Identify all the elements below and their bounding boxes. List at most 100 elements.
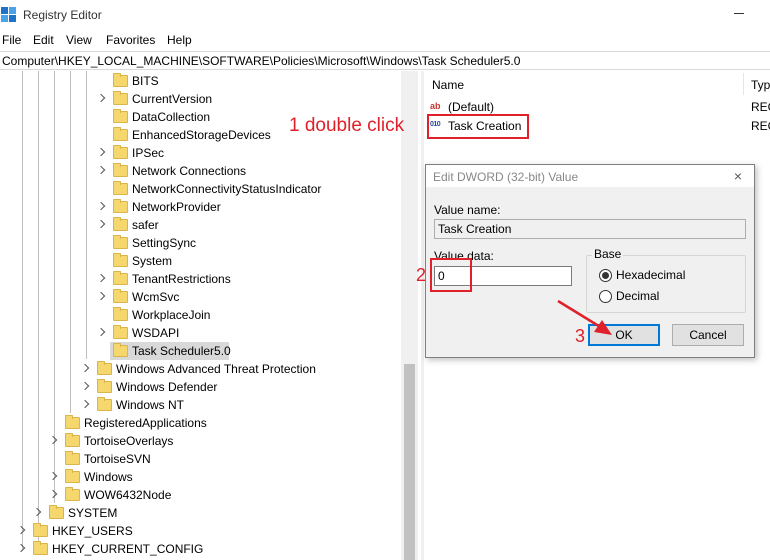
folder-icon [65,433,80,447]
decimal-label[interactable]: Decimal [616,289,659,303]
close-icon[interactable]: × [730,168,746,184]
folder-icon [113,325,128,339]
folder-icon [113,181,128,195]
chevron-right-icon[interactable] [96,165,106,175]
column-separator[interactable] [743,73,744,95]
folder-icon [65,469,80,483]
chevron-right-icon[interactable] [96,219,106,229]
window-title: Registry Editor [23,8,102,22]
folder-icon [113,307,128,321]
title-bar: Registry Editor [0,0,770,30]
chevron-right-icon[interactable] [80,363,90,373]
base-group-label: Base [592,247,624,261]
value-name-label: Value name: [434,203,501,217]
tree-item[interactable]: WorkplaceJoin [0,306,400,324]
hexadecimal-radio[interactable] [599,269,612,282]
minimize-button[interactable] [734,13,744,14]
folder-icon [113,235,128,249]
chevron-right-icon[interactable] [96,147,106,157]
tree-item[interactable]: System [0,252,400,270]
registry-tree[interactable]: BITS CurrentVersion DataCollection Enhan… [0,71,418,560]
chevron-right-icon[interactable] [96,327,106,337]
chevron-right-icon[interactable] [96,273,106,283]
column-header-type[interactable]: Typ [751,78,770,92]
address-bar[interactable]: Computer\HKEY_LOCAL_MACHINE\SOFTWARE\Pol… [0,51,770,70]
folder-icon [33,541,48,555]
folder-icon [65,451,80,465]
folder-icon [113,289,128,303]
tree-item[interactable]: TortoiseSVN [0,450,400,468]
folder-icon [113,145,128,159]
folder-icon [97,397,112,411]
folder-icon [65,487,80,501]
folder-icon [113,109,128,123]
tree-item[interactable]: IPSec [0,144,400,162]
tree-item[interactable]: WSDAPI [0,324,400,342]
tree-item[interactable]: Windows Defender [0,378,400,396]
chevron-right-icon[interactable] [80,399,90,409]
folder-icon [113,253,128,267]
chevron-right-icon[interactable] [16,543,26,553]
chevron-right-icon[interactable] [48,471,58,481]
folder-icon [49,505,64,519]
tree-item[interactable]: TortoiseOverlays [0,432,400,450]
tree-item[interactable]: TenantRestrictions [0,270,400,288]
folder-icon [113,91,128,105]
annotation-step-1: 1 double click [289,115,405,136]
tree-scrollbar[interactable] [401,71,418,560]
address-path: Computer\HKEY_LOCAL_MACHINE\SOFTWARE\Pol… [2,54,521,68]
tree-item[interactable]: CurrentVersion [0,90,400,108]
folder-icon [113,127,128,141]
chevron-right-icon[interactable] [48,435,58,445]
chevron-right-icon[interactable] [96,201,106,211]
folder-icon [113,217,128,231]
annotation-step-3: 3 [575,326,586,346]
registry-editor-icon [1,7,16,22]
menu-favorites[interactable]: Favorites [106,33,155,47]
folder-icon [113,271,128,285]
folder-icon [97,379,112,393]
tree-item[interactable]: NetworkConnectivityStatusIndicator [0,180,400,198]
tree-item[interactable]: Windows Advanced Threat Protection [0,360,400,378]
tree-item[interactable]: HKEY_CURRENT_CONFIG [0,540,400,558]
dialog-title: Edit DWORD (32-bit) Value [433,170,579,184]
menu-view[interactable]: View [66,33,92,47]
tree-item[interactable]: SettingSync [0,234,400,252]
string-value-icon: ab [430,101,441,111]
chevron-right-icon[interactable] [80,381,90,391]
folder-icon [113,73,128,87]
menu-file[interactable]: File [2,33,21,47]
cancel-button[interactable]: Cancel [672,324,744,346]
chevron-right-icon[interactable] [32,507,42,517]
tree-item[interactable]: WcmSvc [0,288,400,306]
tree-item[interactable]: Network Connections [0,162,400,180]
chevron-right-icon[interactable] [16,525,26,535]
chevron-right-icon[interactable] [96,93,106,103]
tree-item-selected[interactable]: Task Scheduler5.0 [0,342,400,360]
tree-item[interactable]: HKEY_USERS [0,522,400,540]
tree-item[interactable]: safer [0,216,400,234]
column-header-name[interactable]: Name [432,78,464,92]
folder-icon [113,343,128,357]
annotation-highlight-value [427,114,529,139]
menu-help[interactable]: Help [167,33,192,47]
tree-item[interactable]: Windows NT [0,396,400,414]
folder-icon [113,163,128,177]
scrollbar-thumb[interactable] [404,364,415,560]
chevron-right-icon[interactable] [48,489,58,499]
menu-bar: File Edit View Favorites Help [0,31,770,49]
hexadecimal-label[interactable]: Hexadecimal [616,268,685,282]
tree-item[interactable]: BITS [0,72,400,90]
tree-item[interactable]: Windows [0,468,400,486]
tree-item[interactable]: SYSTEM [0,504,400,522]
annotation-highlight-value-data [430,258,472,292]
folder-icon [113,199,128,213]
chevron-right-icon[interactable] [96,291,106,301]
folder-icon [33,523,48,537]
folder-icon [65,415,80,429]
tree-item[interactable]: WOW6432Node [0,486,400,504]
value-name-field[interactable]: Task Creation [434,219,746,239]
tree-item[interactable]: RegisteredApplications [0,414,400,432]
menu-edit[interactable]: Edit [33,33,54,47]
tree-item[interactable]: NetworkProvider [0,198,400,216]
